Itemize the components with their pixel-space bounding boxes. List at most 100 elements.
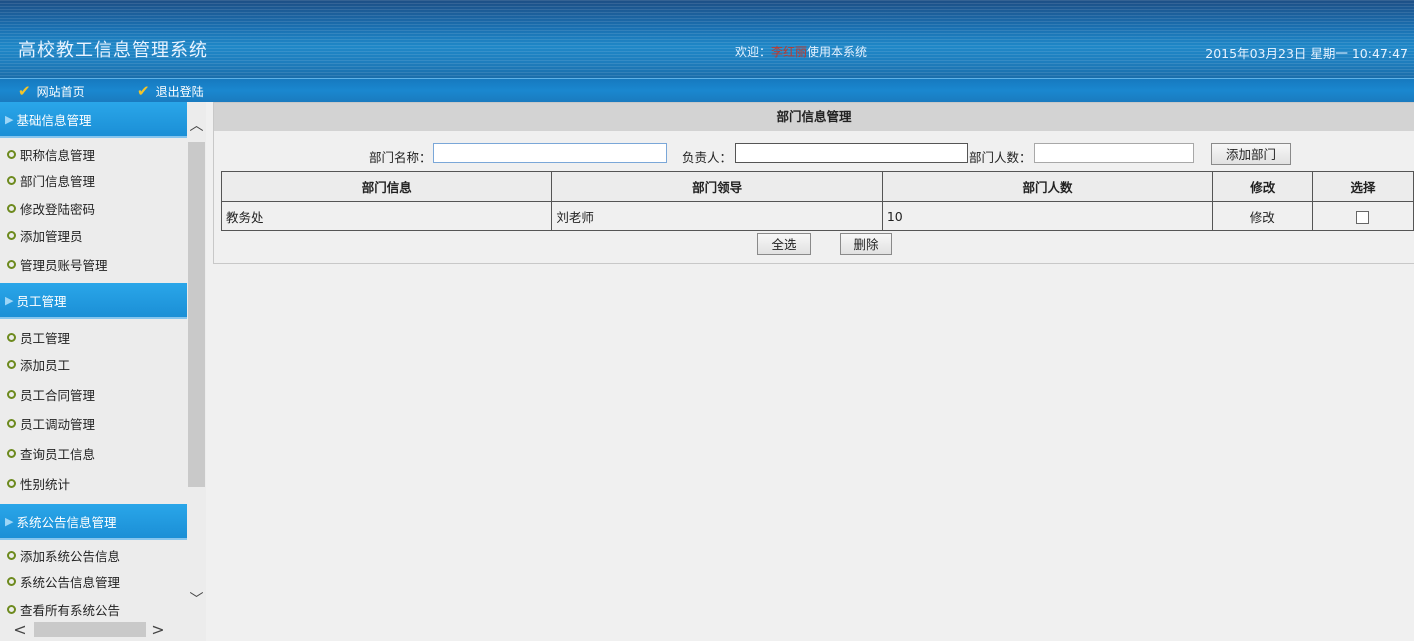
group-announcements[interactable]: ▶ 系统公告信息管理 xyxy=(0,504,187,540)
sidebar-item-label: 管理员账号管理 xyxy=(20,257,108,273)
welcome-prefix: 欢迎： xyxy=(735,45,772,59)
leader-label: 负责人： xyxy=(682,150,733,165)
home-link-label: 网站首页 xyxy=(36,84,85,99)
edit-link[interactable]: 修改 xyxy=(1212,201,1314,231)
sidebar-item-gender-stats[interactable]: 性别统计 xyxy=(0,468,187,499)
bullet-icon xyxy=(7,231,16,240)
chevron-up-icon[interactable]: ︿ xyxy=(187,116,206,136)
bullet-icon xyxy=(7,259,16,269)
datetime-display: 2015年03月23日 星期一 10:47:47 xyxy=(1205,46,1408,61)
add-dept-form: 部门名称： 负责人： 部门人数： 添加部门 xyxy=(214,143,1414,167)
dept-name-label: 部门名称： xyxy=(369,150,432,165)
sidebar-item-label: 添加管理员 xyxy=(20,229,83,244)
sidebar-item-add-admin[interactable]: 添加管理员 xyxy=(0,222,187,249)
page-title: 部门信息管理 xyxy=(214,103,1414,131)
sidebar-item-label: 添加系统公告信息 xyxy=(20,549,121,564)
sidebar-item-title-info[interactable]: 职称信息管理 xyxy=(0,138,187,166)
sidebar-item-staff[interactable]: 员工管理 xyxy=(0,319,187,350)
check-icon: ✔ xyxy=(137,82,150,100)
cell-select xyxy=(1312,201,1414,231)
chevron-left-icon[interactable]: < xyxy=(10,620,30,639)
bullet-icon xyxy=(7,175,16,185)
welcome-message: 欢迎：李红丽使用本系统 xyxy=(735,43,867,60)
bullet-icon xyxy=(7,577,16,586)
sidebar-item-label: 添加员工 xyxy=(20,358,71,373)
welcome-suffix: 使用本系统 xyxy=(807,45,868,59)
col-header-edit: 修改 xyxy=(1212,171,1314,202)
cell-leader: 刘老师 xyxy=(551,201,883,231)
col-header-leader: 部门领导 xyxy=(551,171,883,202)
group-title: 系统公告信息管理 xyxy=(16,514,117,530)
top-nav-bar: ✔ 网站首页 ✔ 退出登陆 xyxy=(0,78,1414,102)
delete-button[interactable]: 删除 xyxy=(840,233,892,255)
sidebar-item-query-staff[interactable]: 查询员工信息 xyxy=(0,438,187,468)
sidebar-item-label: 性别统计 xyxy=(20,477,71,492)
count-label: 部门人数： xyxy=(969,150,1032,165)
sidebar-item-admin-accounts[interactable]: 管理员账号管理 xyxy=(0,249,187,279)
sidebar-item-add-staff[interactable]: 添加员工 xyxy=(0,350,187,379)
dept-table: 部门信息 部门领导 部门人数 修改 选择 教务处 刘老师 10 修改 xyxy=(220,171,1414,231)
group-title: 员工管理 xyxy=(16,293,67,309)
row-select-checkbox[interactable] xyxy=(1356,210,1370,224)
sidebar-item-transfers[interactable]: 员工调动管理 xyxy=(0,409,187,438)
select-all-button[interactable]: 全选 xyxy=(757,233,811,255)
cell-dept: 教务处 xyxy=(220,201,553,231)
header-banner: 高校教工信息管理系统 欢迎：李红丽使用本系统 2015年03月23日 星期一 1… xyxy=(0,0,1414,78)
vertical-scroll-thumb[interactable] xyxy=(188,142,205,487)
bullet-icon xyxy=(7,479,16,488)
chevron-right-icon[interactable]: > xyxy=(148,620,168,639)
bullet-icon xyxy=(7,149,16,159)
sidebar-horizontal-scrollbar[interactable]: < > xyxy=(0,620,187,639)
table-header-row: 部门信息 部门领导 部门人数 修改 选择 xyxy=(220,171,1414,202)
bullet-icon xyxy=(7,360,16,369)
dept-management-panel: 部门信息管理 部门名称： 负责人： 部门人数： 添加部门 部门信息 部门领导 部… xyxy=(213,102,1414,264)
col-header-dept: 部门信息 xyxy=(220,171,553,202)
sidebar-item-add-announcement[interactable]: 添加系统公告信息 xyxy=(0,540,187,568)
system-title: 高校教工信息管理系统 xyxy=(18,40,208,61)
sidebar-item-dept-info[interactable]: 部门信息管理 xyxy=(0,166,187,194)
triangle-right-icon: ▶ xyxy=(5,514,14,528)
sidebar: ▶ 基础信息管理 职称信息管理 部门信息管理 修改登陆密码 添加管理员 管理员账… xyxy=(0,102,206,641)
bullet-icon xyxy=(7,551,16,560)
chevron-down-icon[interactable]: ﹀ xyxy=(187,590,206,610)
sidebar-vertical-scrollbar[interactable]: ︿ ﹀ xyxy=(187,112,206,618)
sidebar-item-change-password[interactable]: 修改登陆密码 xyxy=(0,194,187,222)
col-header-count: 部门人数 xyxy=(881,171,1214,202)
bullet-icon xyxy=(7,604,16,614)
home-link[interactable]: ✔ 网站首页 xyxy=(18,82,85,100)
col-header-select: 选择 xyxy=(1312,171,1414,202)
bullet-icon xyxy=(7,332,16,342)
user-name: 李红丽 xyxy=(771,45,808,59)
sidebar-item-label: 部门信息管理 xyxy=(20,173,96,189)
sidebar-item-label: 员工调动管理 xyxy=(20,417,96,432)
check-icon: ✔ xyxy=(18,82,31,100)
table-row: 教务处 刘老师 10 修改 xyxy=(220,201,1414,231)
bullet-icon xyxy=(7,203,16,213)
sidebar-item-label: 职称信息管理 xyxy=(20,147,96,163)
group-basic-info[interactable]: ▶ 基础信息管理 xyxy=(0,102,187,138)
sidebar-item-label: 员工合同管理 xyxy=(20,387,96,403)
cell-count: 10 xyxy=(881,201,1214,231)
leader-input[interactable] xyxy=(735,143,968,163)
sidebar-item-label: 系统公告信息管理 xyxy=(20,575,121,590)
logout-link-label: 退出登陆 xyxy=(155,84,204,99)
bullet-icon xyxy=(7,389,16,399)
sidebar-item-label: 修改登陆密码 xyxy=(20,201,96,217)
sidebar-menu: ▶ 基础信息管理 职称信息管理 部门信息管理 修改登陆密码 添加管理员 管理员账… xyxy=(0,102,187,623)
group-staff[interactable]: ▶ 员工管理 xyxy=(0,283,187,319)
sidebar-item-view-announcements[interactable]: 查看所有系统公告 xyxy=(0,595,187,623)
bullet-icon xyxy=(7,419,16,428)
triangle-right-icon: ▶ xyxy=(5,112,14,126)
sidebar-item-contracts[interactable]: 员工合同管理 xyxy=(0,379,187,409)
bullet-icon xyxy=(7,448,16,458)
sidebar-item-label: 员工管理 xyxy=(20,330,71,346)
add-dept-button[interactable]: 添加部门 xyxy=(1211,143,1291,165)
sidebar-item-label: 查看所有系统公告 xyxy=(20,602,121,618)
count-input[interactable] xyxy=(1034,143,1194,163)
sidebar-item-label: 查询员工信息 xyxy=(20,446,96,462)
sidebar-item-manage-announcements[interactable]: 系统公告信息管理 xyxy=(0,568,187,595)
horizontal-scroll-thumb[interactable] xyxy=(34,622,146,637)
dept-name-input[interactable] xyxy=(433,143,667,163)
triangle-right-icon: ▶ xyxy=(5,293,14,307)
logout-link[interactable]: ✔ 退出登陆 xyxy=(137,82,204,100)
